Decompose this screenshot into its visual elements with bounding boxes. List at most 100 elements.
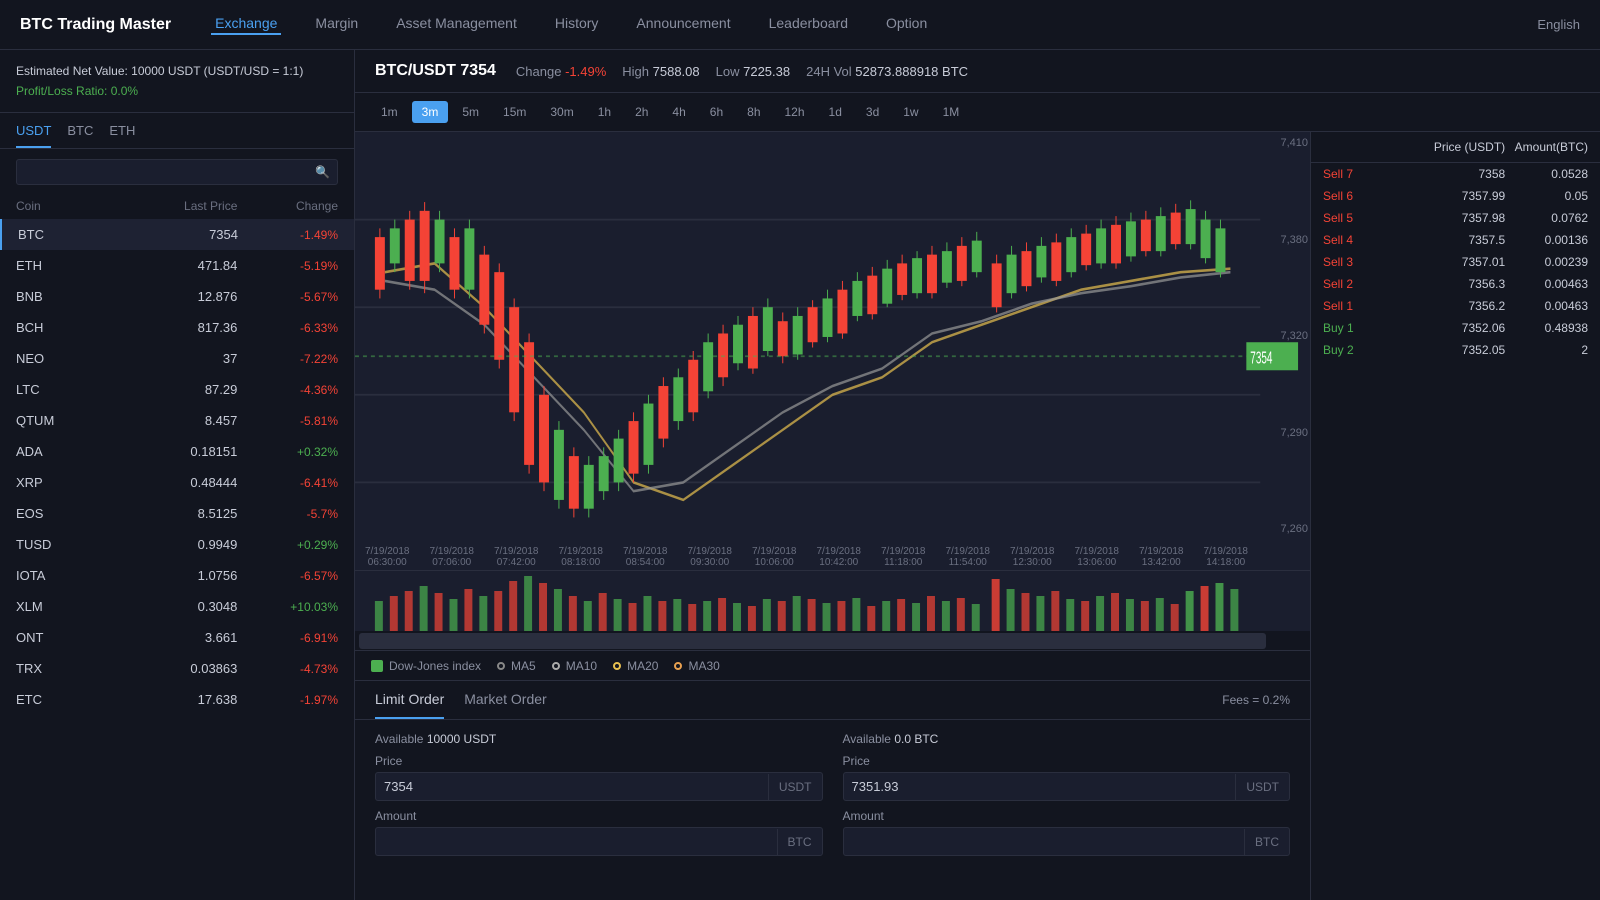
search-icon: 🔍 [315, 165, 330, 179]
nav-items: Exchange Margin Asset Management History… [211, 15, 1537, 35]
nav-leaderboard[interactable]: Leaderboard [765, 15, 852, 35]
fees-info: Fees = 0.2% [1222, 693, 1290, 707]
order-sell-section: Available 0.0 BTC Price USDT Amount [843, 732, 1291, 888]
list-item[interactable]: TRX 0.03863 -4.73% [0, 653, 354, 684]
chart-legend: Dow-Jones index MA5 MA10 MA20 [355, 650, 1310, 680]
x-label: 7/19/201811:18:00 [881, 546, 926, 568]
tab-limit-order[interactable]: Limit Order [375, 681, 444, 719]
legend-dot-ma5 [497, 662, 505, 670]
nav-announcement[interactable]: Announcement [632, 15, 734, 35]
sell-price-input[interactable] [844, 773, 1236, 800]
buy-amount-suffix: BTC [777, 829, 822, 855]
chart-canvas: 7354 7/19/201806:30:00 7/19/201807:06:00… [355, 132, 1310, 570]
list-item[interactable]: ETC 17.638 -1.97% [0, 684, 354, 715]
legend-ma30: MA30 [674, 659, 719, 673]
x-axis: 7/19/201806:30:00 7/19/201807:06:00 7/19… [355, 544, 1258, 570]
ob-sell-row[interactable]: Sell 6 7357.99 0.05 [1311, 185, 1600, 207]
order-book: Price (USDT) Amount(BTC) Sell 7 7358 0.0… [1310, 132, 1600, 900]
time-btn-30m[interactable]: 30m [540, 101, 583, 123]
tab-market-order[interactable]: Market Order [464, 681, 546, 719]
sell-amount-group: Amount BTC [843, 809, 1291, 856]
buy-price-suffix: USDT [768, 774, 822, 800]
nav-history[interactable]: History [551, 15, 603, 35]
nav-option[interactable]: Option [882, 15, 931, 35]
list-item[interactable]: LTC 87.29 -4.36% [0, 374, 354, 405]
time-btn-3d[interactable]: 3d [856, 101, 889, 123]
time-btn-5m[interactable]: 5m [452, 101, 489, 123]
language-selector[interactable]: English [1537, 17, 1580, 32]
legend-dow-jones: Dow-Jones index [371, 659, 481, 673]
time-btn-3m[interactable]: 3m [412, 101, 449, 123]
volume-svg [355, 571, 1310, 631]
time-btn-1h[interactable]: 1h [588, 101, 621, 123]
list-item[interactable]: BTC 7354 -1.49% [0, 219, 354, 250]
ob-sell-row[interactable]: Sell 2 7356.3 0.00463 [1311, 273, 1600, 295]
chart-header: BTC/USDT 7354 Change -1.49% High 7588.08… [355, 50, 1600, 93]
order-tabs: Limit Order Market Order Fees = 0.2% [355, 681, 1310, 720]
chart-scrollbar[interactable] [355, 630, 1310, 650]
list-item[interactable]: XLM 0.3048 +10.03% [0, 591, 354, 622]
list-item[interactable]: IOTA 1.0756 -6.57% [0, 560, 354, 591]
x-label: 7/19/201807:42:00 [494, 546, 539, 568]
ob-sell-row[interactable]: Sell 1 7356.2 0.00463 [1311, 295, 1600, 317]
ob-buy-row[interactable]: Buy 1 7352.06 0.48938 [1311, 317, 1600, 339]
nav-asset-management[interactable]: Asset Management [392, 15, 521, 35]
legend-label-dow: Dow-Jones index [389, 659, 481, 673]
time-btn-6h[interactable]: 6h [700, 101, 733, 123]
buy-amount-input[interactable] [376, 828, 777, 855]
topnav: BTC Trading Master Exchange Margin Asset… [0, 0, 1600, 50]
ob-buy-row[interactable]: Buy 2 7352.05 2 [1311, 339, 1600, 361]
time-btn-4h[interactable]: 4h [662, 101, 695, 123]
list-item[interactable]: QTUM 8.457 -5.81% [0, 405, 354, 436]
chart-vol: 24H Vol 52873.888918 BTC [806, 64, 968, 79]
sell-amount-input[interactable] [844, 828, 1245, 855]
sell-amount-input-wrap: BTC [843, 827, 1291, 856]
scrollbar-thumb[interactable] [359, 633, 1266, 649]
pl-label: Profit/Loss Ratio: [16, 84, 107, 98]
time-btn-15m[interactable]: 15m [493, 101, 536, 123]
left-panel: Estimated Net Value: 10000 USDT (USDT/US… [0, 50, 355, 900]
time-btn-1M[interactable]: 1M [933, 101, 970, 123]
coin-tab-eth[interactable]: ETH [109, 123, 135, 148]
nav-exchange[interactable]: Exchange [211, 15, 281, 35]
search-input[interactable] [16, 159, 338, 185]
list-item[interactable]: BNB 12.876 -5.67% [0, 281, 354, 312]
time-btn-2h[interactable]: 2h [625, 101, 658, 123]
list-item[interactable]: ONT 3.661 -6.91% [0, 622, 354, 653]
list-item[interactable]: BCH 817.36 -6.33% [0, 312, 354, 343]
time-btn-1w[interactable]: 1w [893, 101, 928, 123]
x-label: 7/19/201806:30:00 [365, 546, 410, 568]
time-btn-8h[interactable]: 8h [737, 101, 770, 123]
time-btn-1d[interactable]: 1d [819, 101, 852, 123]
portfolio-info: Estimated Net Value: 10000 USDT (USDT/US… [0, 50, 354, 113]
list-item[interactable]: TUSD 0.9949 +0.29% [0, 529, 354, 560]
legend-label-ma5: MA5 [511, 659, 536, 673]
nav-margin[interactable]: Margin [311, 15, 362, 35]
x-label: 7/19/201813:06:00 [1075, 546, 1120, 568]
ob-header-price: Price (USDT) [1422, 140, 1505, 154]
time-btn-1m[interactable]: 1m [371, 101, 408, 123]
list-item[interactable]: XRP 0.48444 -6.41% [0, 467, 354, 498]
buy-price-group: Price USDT [375, 754, 823, 801]
coin-tab-usdt[interactable]: USDT [16, 123, 51, 148]
ob-sell-row[interactable]: Sell 7 7358 0.0528 [1311, 163, 1600, 185]
ob-sell-row[interactable]: Sell 5 7357.98 0.0762 [1311, 207, 1600, 229]
sell-amount-suffix: BTC [1244, 829, 1289, 855]
coin-tab-btc[interactable]: BTC [67, 123, 93, 148]
list-item[interactable]: ETH 471.84 -5.19% [0, 250, 354, 281]
legend-dot-dow [371, 660, 383, 672]
search-bar: 🔍 [0, 149, 354, 195]
time-btn-12h[interactable]: 12h [775, 101, 815, 123]
sell-price-label: Price [843, 754, 1291, 768]
legend-dot-ma20 [613, 662, 621, 670]
sell-amount-label: Amount [843, 809, 1291, 823]
list-item[interactable]: ADA 0.18151 +0.32% [0, 436, 354, 467]
legend-ma5: MA5 [497, 659, 536, 673]
buy-price-input[interactable] [376, 773, 768, 800]
list-item[interactable]: EOS 8.5125 -5.7% [0, 498, 354, 529]
ob-header-label [1323, 140, 1422, 154]
sell-price-input-wrap: USDT [843, 772, 1291, 801]
ob-sell-row[interactable]: Sell 4 7357.5 0.00136 [1311, 229, 1600, 251]
ob-sell-row[interactable]: Sell 3 7357.01 0.00239 [1311, 251, 1600, 273]
list-item[interactable]: NEO 37 -7.22% [0, 343, 354, 374]
